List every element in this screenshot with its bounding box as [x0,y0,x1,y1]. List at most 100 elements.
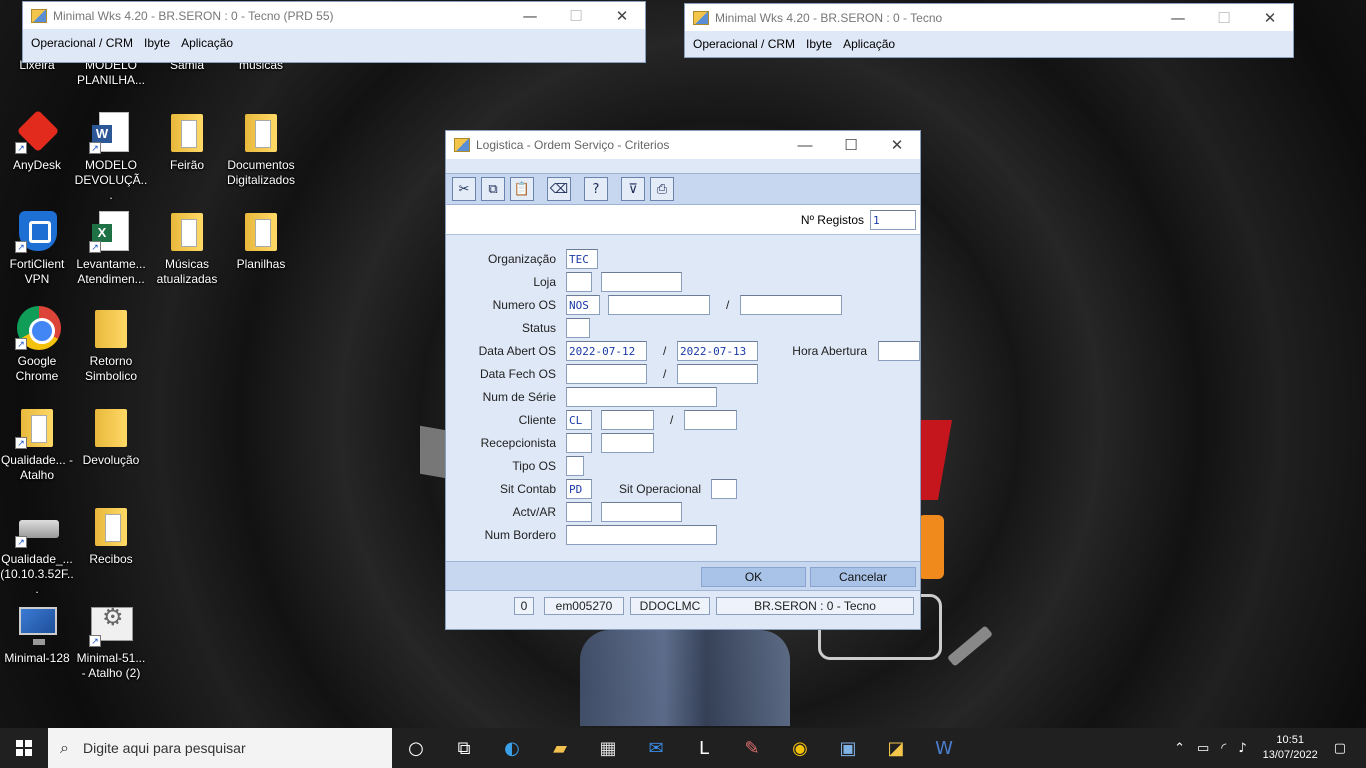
desktop-icon-retorno-simbolico[interactable]: Retorno Simbolico [74,306,148,384]
cliente-prefix-field[interactable]: CL [566,410,592,430]
cliente-to-field[interactable] [684,410,737,430]
minimal-window-2[interactable]: Minimal Wks 4.20 - BR.SERON : 0 - Tecno … [684,3,1294,58]
window-titlebar[interactable]: Minimal Wks 4.20 - BR.SERON : 0 - Tecno … [23,2,645,29]
actv-ar-desc-field[interactable] [601,502,682,522]
mail-icon[interactable]: ✉ [632,728,680,768]
desktop-icon-qualidade-atalho[interactable]: ↗ Qualidade... - Atalho [0,405,74,483]
desktop-icon-musicas-atualizadas[interactable]: Músicas atualizadas [150,209,224,287]
task-view-icon[interactable]: ⧉ [440,728,488,768]
eraser-icon[interactable]: ⌫ [547,177,571,201]
registos-label: Nº Registos [800,212,864,227]
dialog-titlebar[interactable]: Logistica - Ordem Serviço - Criterios — … [446,131,920,159]
recepcionista-code-field[interactable] [566,433,592,453]
desktop-icon-anydesk[interactable]: ↗ AnyDesk [0,109,74,173]
paste-icon[interactable]: 📋 [510,177,534,201]
word-taskbar-icon[interactable]: W [920,728,968,768]
desktop-icon-label: AnyDesk [12,158,62,172]
sit-operacional-label: Sit Operacional [618,482,701,496]
hora-abertura-field[interactable] [878,341,920,361]
num-serie-field[interactable] [566,387,717,407]
numero-os-prefix-field[interactable]: NOS [566,295,600,315]
numero-os-from-field[interactable] [608,295,710,315]
desktop-icon-documentos[interactable]: Documentos Digitalizados [224,110,298,188]
window-titlebar[interactable]: Minimal Wks 4.20 - BR.SERON : 0 - Tecno … [685,4,1293,31]
file-explorer-icon[interactable]: ▰ [536,728,584,768]
print-icon[interactable]: ⎙ [650,177,674,201]
sit-operacional-field[interactable] [711,479,737,499]
desktop-icon-modelo-devolucao[interactable]: ↗ MODELO DEVOLUÇÃ... [74,110,148,203]
tipo-os-field[interactable] [566,456,584,476]
remote-desktop-taskbar-icon[interactable]: ▣ [824,728,872,768]
desktop-icon-minimal-51[interactable]: ↗ Minimal-51... - Atalho (2) [74,603,148,681]
loja-desc-field[interactable] [601,272,682,292]
minimize-icon[interactable]: — [1155,9,1201,27]
status-field[interactable] [566,318,590,338]
status-user: em005270 [544,597,624,615]
maximize-icon[interactable]: ☐ [1201,9,1247,27]
desktop-icon-feirao[interactable]: Feirão [150,110,224,173]
volume-icon[interactable]: ♪ [1238,741,1246,756]
notification-icon[interactable]: ▢ [1334,741,1346,756]
minimal-app-taskbar-icon[interactable]: ◪ [872,728,920,768]
edge-icon[interactable]: ◐ [488,728,536,768]
wifi-icon[interactable]: ◜ [1221,741,1226,756]
close-icon[interactable]: ✕ [599,7,645,25]
desktop-icon-label: Levantame... Atendimen... [76,257,146,286]
menu-aplicacao[interactable]: Aplicação [181,36,233,50]
desktop-icon-planilhas[interactable]: Planilhas [224,209,298,272]
copy-icon[interactable]: ⧉ [481,177,505,201]
loja-field[interactable] [566,272,592,292]
help-icon[interactable]: ? [584,177,608,201]
chrome-icon: ↗ [15,306,61,350]
desktop-icon-forticlient[interactable]: ↗ FortiClient VPN [0,209,74,287]
folder-icon [89,405,133,449]
cliente-from-field[interactable] [601,410,654,430]
data-abert-os-to-field[interactable]: 2022-07-13 [677,341,758,361]
minimize-icon[interactable]: — [782,137,828,154]
l-app-icon[interactable]: L [680,728,728,768]
battery-icon[interactable]: ▭ [1197,741,1209,756]
chrome-taskbar-icon[interactable]: ◉ [776,728,824,768]
data-fech-os-to-field[interactable] [677,364,758,384]
menu-operacional-crm[interactable]: Operacional / CRM [693,37,795,51]
ok-button[interactable]: OK [701,567,806,587]
recepcionista-name-field[interactable] [601,433,654,453]
paint-icon[interactable]: ✎ [728,728,776,768]
cancel-button[interactable]: Cancelar [810,567,916,587]
registos-field[interactable]: 1 [870,209,916,230]
start-button[interactable] [0,728,48,768]
desktop-icon-devolucao[interactable]: Devolução [74,405,148,468]
desktop-icon-minimal-128[interactable]: Minimal-128 [0,603,74,666]
desktop-icon-recibos[interactable]: Recibos [74,504,148,567]
data-fech-os-from-field[interactable] [566,364,647,384]
maximize-icon[interactable]: ☐ [828,136,874,154]
taskbar-search[interactable]: ⌕ Digite aqui para pesquisar [48,728,392,768]
store-icon[interactable]: ▦ [584,728,632,768]
menu-aplicacao[interactable]: Aplicação [843,37,895,51]
ordem-servico-criterios-dialog[interactable]: Logistica - Ordem Serviço - Criterios — … [445,130,921,630]
num-bordero-field[interactable] [566,525,717,545]
desktop-icon-qualidade-drive[interactable]: ↗ Qualidade_... (10.10.3.52F... [0,504,74,597]
menu-operacional-crm[interactable]: Operacional / CRM [31,36,133,50]
cut-icon[interactable]: ✂ [452,177,476,201]
numero-os-to-field[interactable] [740,295,842,315]
filter-icon[interactable]: ⊽ [621,177,645,201]
minimal-window-1[interactable]: Minimal Wks 4.20 - BR.SERON : 0 - Tecno … [22,1,646,63]
menu-ibyte[interactable]: Ibyte [806,37,832,51]
minimize-icon[interactable]: — [507,7,553,25]
desktop-icon-chrome[interactable]: ↗ Google Chrome [0,306,74,384]
maximize-icon[interactable]: ☐ [553,7,599,25]
desktop-icon-levantamento[interactable]: ↗ Levantame... Atendimen... [74,209,148,287]
anydesk-icon: ↗ [15,109,60,154]
sit-contab-field[interactable]: PD [566,479,592,499]
clock[interactable]: 10:51 13/07/2022 [1263,733,1318,763]
cortana-icon[interactable]: ○ [392,728,440,768]
app-shortcut-icon: ↗ [89,603,133,647]
close-icon[interactable]: ✕ [874,136,920,154]
close-icon[interactable]: ✕ [1247,9,1293,27]
chevron-up-icon[interactable]: ⌃ [1174,741,1185,756]
organizacao-field[interactable]: TEC [566,249,598,269]
menu-ibyte[interactable]: Ibyte [144,36,170,50]
actv-ar-code-field[interactable] [566,502,592,522]
data-abert-os-from-field[interactable]: 2022-07-12 [566,341,647,361]
